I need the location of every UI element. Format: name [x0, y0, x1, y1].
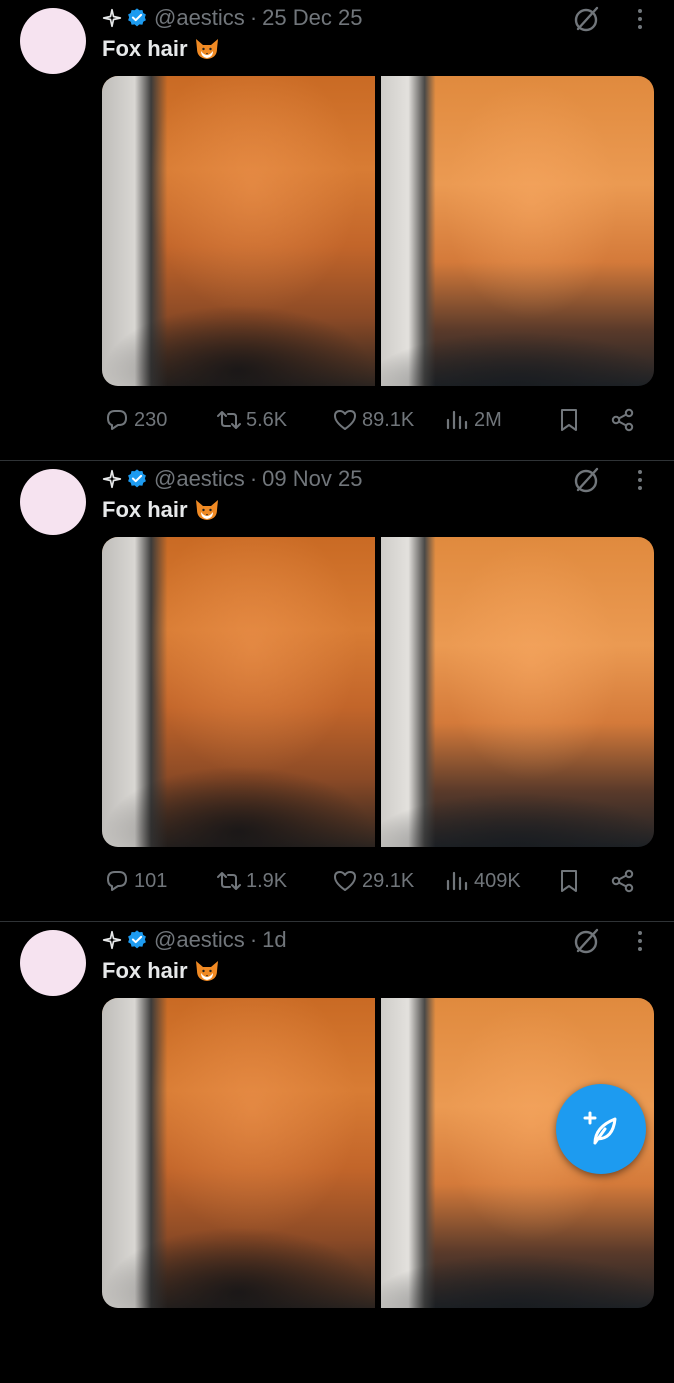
- reply-count: 101: [134, 869, 168, 892]
- grok-icon[interactable]: [572, 926, 602, 956]
- views-count: 409K: [474, 869, 521, 892]
- tweet-actions: 230 5.6K 89.1K 2M: [102, 404, 642, 436]
- post-time[interactable]: 09 Nov 25: [262, 466, 362, 492]
- more-vertical-icon[interactable]: [628, 6, 652, 32]
- retweet-icon: [217, 411, 241, 429]
- grok-icon[interactable]: [572, 465, 602, 495]
- views-icon: [446, 410, 468, 430]
- header-separator: ·: [249, 927, 258, 952]
- verified-badge-icon: [128, 8, 146, 27]
- tweet-text-content: Fox hair: [102, 497, 188, 522]
- tweet-media[interactable]: [102, 76, 654, 386]
- tweet-text-content: Fox hair: [102, 36, 188, 61]
- like-button[interactable]: 89.1K: [332, 404, 414, 436]
- post-time[interactable]: 1d: [262, 927, 286, 953]
- hair-photo-back-view-alt[interactable]: [381, 537, 654, 847]
- views-button[interactable]: 2M: [444, 404, 502, 436]
- author-handle[interactable]: @aestics: [154, 5, 245, 31]
- verified-badge-icon: [128, 469, 146, 488]
- tweet-text: Fox hair: [102, 36, 220, 62]
- verified-badge-icon: [128, 930, 146, 949]
- fox-emoji-icon: [195, 39, 218, 59]
- avatar[interactable]: [20, 469, 86, 535]
- hair-photo-back-view[interactable]: [102, 998, 375, 1308]
- views-count: 2M: [474, 408, 502, 431]
- like-count: 29.1K: [362, 869, 415, 892]
- tweet[interactable]: @aestics · 09 Nov 25 Fox hair 101 1.9K 2…: [0, 461, 674, 922]
- reply-button[interactable]: 101: [104, 865, 167, 897]
- reply-icon: [107, 871, 127, 891]
- tweet-header: @aestics · 09 Nov 25: [102, 465, 362, 493]
- share-icon: [611, 408, 634, 432]
- views-icon: [446, 871, 468, 891]
- tweet-text: Fox hair: [102, 497, 220, 523]
- avatar[interactable]: [20, 8, 86, 74]
- avatar[interactable]: [20, 930, 86, 996]
- hair-photo-back-view[interactable]: [102, 76, 375, 386]
- bookmark-button[interactable]: [556, 865, 586, 897]
- tweet-header: @aestics · 1d: [102, 926, 287, 954]
- bookmark-icon: [561, 870, 577, 892]
- author-handle[interactable]: @aestics: [154, 927, 245, 953]
- share-icon: [611, 869, 634, 893]
- like-count: 89.1K: [362, 408, 415, 431]
- author-handle[interactable]: @aestics: [154, 466, 245, 492]
- retweet-count: 1.9K: [246, 869, 288, 892]
- sparkle-icon: [102, 930, 122, 950]
- retweet-icon: [217, 872, 241, 890]
- tweet-text: Fox hair: [102, 958, 220, 984]
- compose-post-icon: [583, 1111, 617, 1145]
- heart-icon: [334, 410, 356, 430]
- fox-emoji-icon: [195, 961, 218, 981]
- tweet-text-content: Fox hair: [102, 958, 188, 983]
- tweet-actions: 101 1.9K 29.1K 409K: [102, 865, 642, 897]
- retweet-button[interactable]: 5.6K: [216, 404, 287, 436]
- like-button[interactable]: 29.1K: [332, 865, 414, 897]
- retweet-button[interactable]: 1.9K: [216, 865, 287, 897]
- share-button[interactable]: [610, 865, 640, 897]
- post-time[interactable]: 25 Dec 25: [262, 5, 362, 31]
- share-button[interactable]: [610, 404, 640, 436]
- retweet-count: 5.6K: [246, 408, 288, 431]
- more-vertical-icon[interactable]: [628, 467, 652, 493]
- bookmark-button[interactable]: [556, 404, 586, 436]
- compose-post-button[interactable]: [556, 1084, 646, 1174]
- views-button[interactable]: 409K: [444, 865, 521, 897]
- reply-button[interactable]: 230: [104, 404, 167, 436]
- header-separator: ·: [249, 466, 258, 491]
- fox-emoji-icon: [195, 500, 218, 520]
- bookmark-icon: [561, 409, 577, 431]
- header-separator: ·: [249, 5, 258, 30]
- tweet-media[interactable]: [102, 537, 654, 847]
- more-vertical-icon[interactable]: [628, 928, 652, 954]
- grok-icon[interactable]: [572, 4, 602, 34]
- reply-icon: [107, 410, 127, 430]
- timeline-feed: @aestics · 25 Dec 25 Fox hair 230 5.6K 8…: [0, 0, 674, 1383]
- hair-photo-back-view[interactable]: [102, 537, 375, 847]
- hair-photo-back-view-alt[interactable]: [381, 76, 654, 386]
- sparkle-icon: [102, 469, 122, 489]
- tweet-header: @aestics · 25 Dec 25: [102, 4, 362, 32]
- heart-icon: [334, 871, 356, 891]
- reply-count: 230: [134, 408, 168, 431]
- tweet[interactable]: @aestics · 25 Dec 25 Fox hair 230 5.6K 8…: [0, 0, 674, 461]
- sparkle-icon: [102, 8, 122, 28]
